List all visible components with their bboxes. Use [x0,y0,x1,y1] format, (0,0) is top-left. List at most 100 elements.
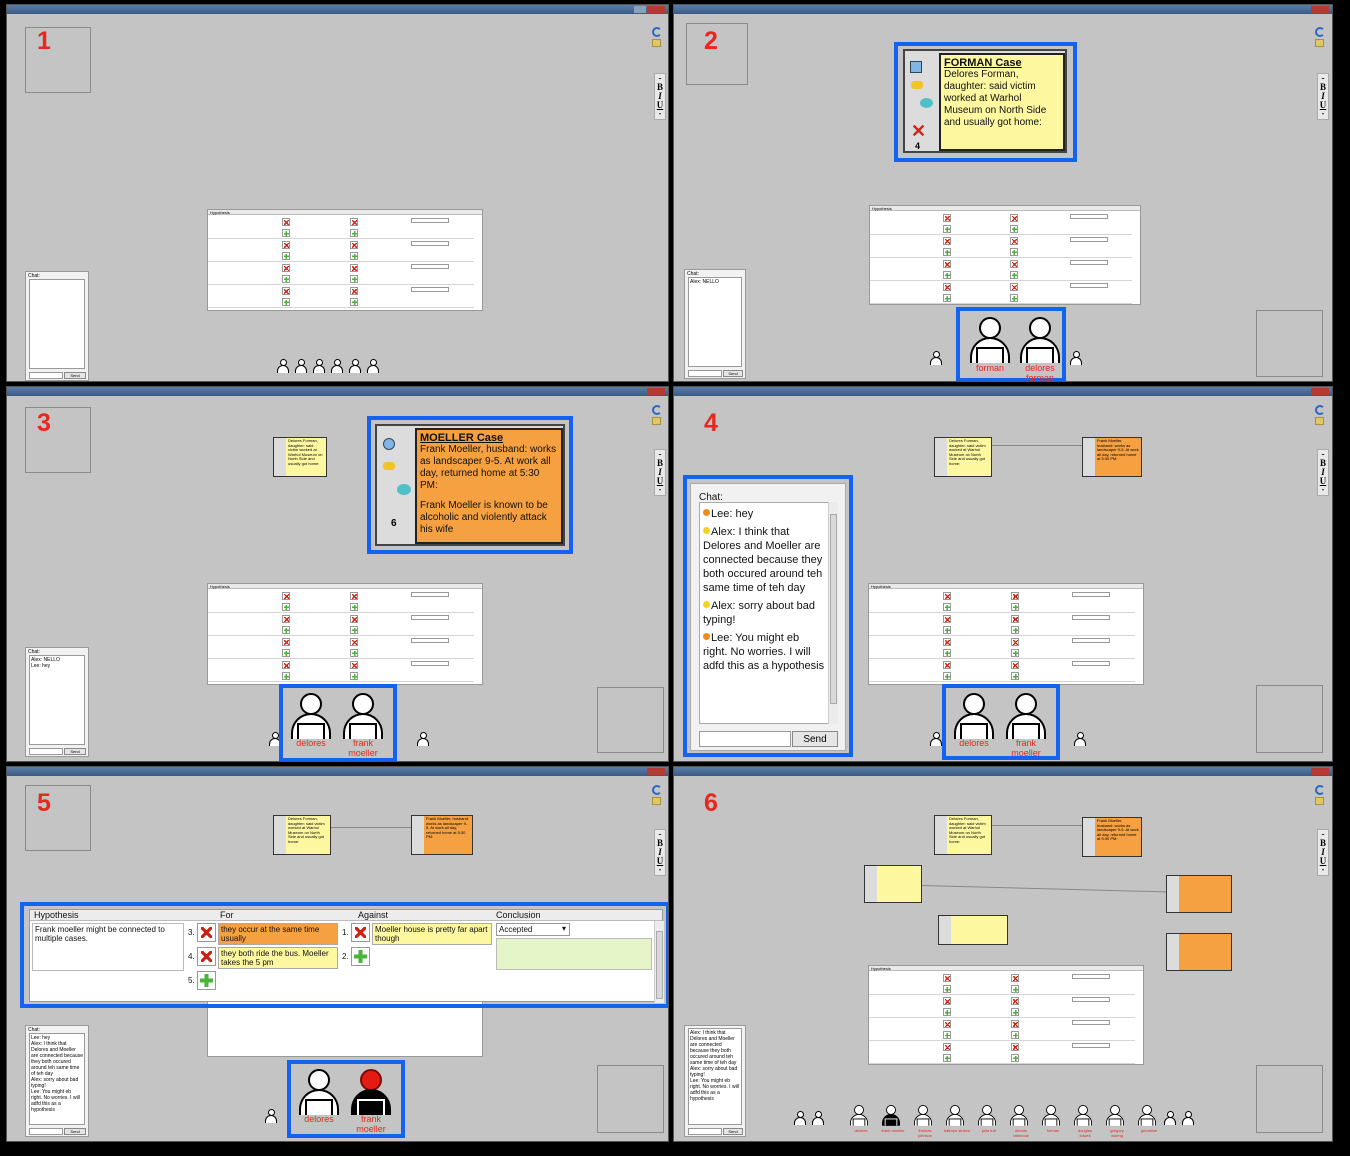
user-avatar[interactable] [277,359,289,373]
add-evidence-button[interactable] [1010,271,1018,279]
case-note-forman[interactable]: Delores Forman, daughter: said victim wo… [934,437,992,477]
remove-evidence-button[interactable] [943,260,951,268]
conclusion-select[interactable] [1072,974,1110,979]
conclusion-select[interactable] [411,592,449,597]
chat-input[interactable] [699,731,791,747]
conclusion-select[interactable] [1070,237,1108,242]
user-avatar[interactable] [1106,1105,1124,1127]
case-note-forman[interactable]: Delores Forman, daughter: said victim wo… [273,437,327,477]
add-evidence-button[interactable] [350,229,358,237]
conclusion-select[interactable] [1070,260,1108,265]
undo-icon[interactable] [652,405,664,427]
close-window-button[interactable] [647,388,665,395]
conclusion-select[interactable] [1072,1043,1110,1048]
remove-evidence-button[interactable] [943,283,951,291]
add-evidence-button[interactable] [1011,649,1019,657]
close-window-button[interactable] [647,768,665,775]
hypothesis-text[interactable]: Frank moeller might be connected to mult… [32,923,184,971]
add-evidence-button[interactable] [943,1008,951,1016]
add-evidence-button[interactable] [1011,626,1019,634]
cloud-icon[interactable] [397,484,411,495]
link-icon[interactable] [911,81,923,89]
user-avatar[interactable] [850,1105,868,1127]
conclusion-select[interactable] [411,638,449,643]
add-evidence-button[interactable] [282,626,290,634]
minimize-window-button[interactable] [634,6,646,13]
remove-evidence-button[interactable] [197,923,216,942]
conclusion-select[interactable] [1070,283,1108,288]
conclusion-select[interactable] [1072,592,1110,597]
user-avatar-delores-forman[interactable] [1020,317,1060,365]
user-avatar-delores[interactable] [299,1069,339,1117]
undo-icon[interactable] [652,27,664,49]
add-evidence-button[interactable] [350,603,358,611]
conclusion-select[interactable] [1072,997,1110,1002]
link-icon[interactable] [383,462,395,470]
remove-evidence-button[interactable] [1010,260,1018,268]
user-avatar-delores[interactable] [954,693,994,741]
user-avatar[interactable] [367,359,379,373]
case-note-forman[interactable]: Delores Forman, daughter: said victim wo… [273,815,331,855]
user-avatar[interactable] [417,732,429,746]
add-evidence-button[interactable] [1011,603,1019,611]
add-evidence-button[interactable] [1011,985,1019,993]
add-evidence-button[interactable] [1010,294,1018,302]
add-evidence-button[interactable] [943,248,951,256]
user-avatar[interactable] [1074,1105,1092,1127]
conclusion-select[interactable] [411,241,449,246]
user-avatar[interactable] [1182,1111,1194,1125]
close-window-button[interactable] [1311,6,1329,13]
case-card-forman[interactable]: ✕ 4 FORMAN Case Delores Forman, daughter… [903,49,1067,153]
remove-evidence-button[interactable] [1011,638,1019,646]
remove-evidence-button[interactable] [1010,237,1018,245]
add-evidence-button[interactable] [282,672,290,680]
user-avatar[interactable] [349,359,361,373]
add-evidence-button[interactable] [350,649,358,657]
user-avatar[interactable] [946,1105,964,1127]
undo-icon[interactable] [1315,27,1327,49]
remove-evidence-button[interactable] [943,638,951,646]
remove-evidence-button[interactable] [943,661,951,669]
add-evidence-button[interactable] [943,985,951,993]
remove-evidence-button[interactable] [282,638,290,646]
remove-evidence-button[interactable] [282,218,290,226]
send-button[interactable]: Send [723,1128,743,1135]
cloud-icon[interactable] [920,98,933,108]
chat-input[interactable] [29,372,63,379]
remove-evidence-button[interactable] [943,1020,951,1028]
chat-input[interactable] [688,1128,722,1135]
delete-icon[interactable]: ✕ [911,121,926,142]
close-window-button[interactable] [647,6,665,13]
add-evidence-button[interactable] [282,298,290,306]
case-card-moeller[interactable]: 6 MOELLER Case Frank Moeller, husband: w… [375,424,565,546]
add-evidence-button[interactable] [943,1031,951,1039]
add-evidence-button[interactable] [1011,1054,1019,1062]
add-evidence-button[interactable] [943,603,951,611]
remove-evidence-button[interactable] [350,218,358,226]
evidence-for[interactable]: they both ride the bus. Moeller takes th… [218,947,338,969]
conclusion-select[interactable] [411,264,449,269]
chat-input[interactable] [29,1128,63,1135]
remove-evidence-button[interactable] [282,287,290,295]
user-avatar-active[interactable] [882,1105,900,1127]
add-evidence-button[interactable] [282,649,290,657]
remove-evidence-button[interactable] [943,214,951,222]
remove-evidence-button[interactable] [1011,615,1019,623]
remove-evidence-button[interactable] [282,241,290,249]
user-avatar-frank-moeller[interactable] [1006,693,1046,741]
case-note-forman[interactable]: Delores Forman, daughter: said victim wo… [934,815,992,855]
add-evidence-button[interactable] [1011,1031,1019,1039]
remove-evidence-button[interactable] [943,997,951,1005]
conclusion-select[interactable] [411,661,449,666]
user-avatar[interactable] [794,1111,806,1125]
send-button[interactable]: Send [64,1128,86,1135]
user-avatar[interactable] [313,359,325,373]
add-evidence-button[interactable] [1011,672,1019,680]
remove-evidence-button[interactable] [1011,997,1019,1005]
send-button[interactable]: Send [792,731,838,747]
remove-evidence-button[interactable] [1011,592,1019,600]
remove-evidence-button[interactable] [350,241,358,249]
add-evidence-button[interactable] [943,1054,951,1062]
case-note-moeller[interactable]: Frank Moeller, husband: works as landsca… [1082,437,1142,477]
import-icon[interactable] [910,61,922,73]
